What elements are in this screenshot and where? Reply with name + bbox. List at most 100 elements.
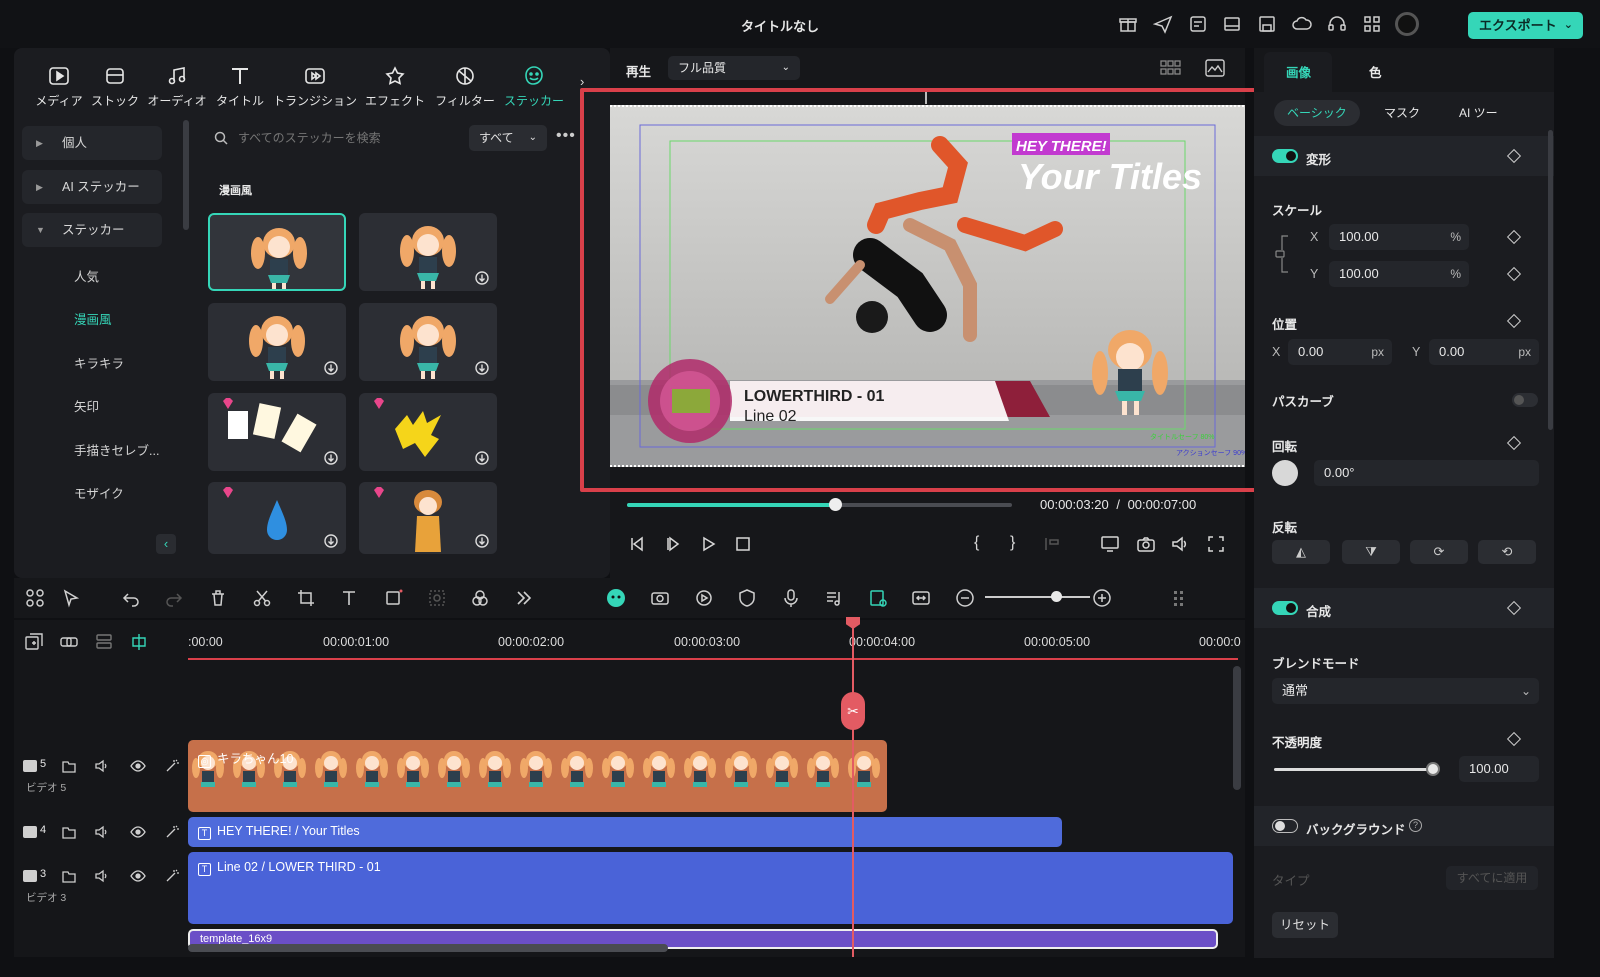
properties-scrollbar[interactable] [1548, 130, 1553, 430]
more-tools-icon[interactable] [514, 588, 534, 608]
blend-mode-select[interactable]: 通常 ⌄ [1272, 678, 1539, 704]
mark-out-icon[interactable]: } [1010, 534, 1030, 554]
tab-color[interactable]: 色 [1369, 62, 1382, 81]
tab-filter[interactable]: フィルター [432, 66, 498, 109]
folder-icon[interactable] [61, 824, 77, 840]
playhead[interactable] [852, 620, 854, 957]
sticker-tile[interactable] [208, 213, 346, 291]
color-match-icon[interactable] [470, 588, 490, 608]
help-icon[interactable]: ? [1409, 819, 1422, 832]
subcategory-mosaic[interactable]: モザイク [74, 483, 124, 502]
scale-y-field[interactable]: 100.00% [1329, 261, 1469, 287]
text-tool-icon[interactable] [340, 588, 360, 608]
sticker-tile[interactable] [208, 303, 346, 381]
stop-icon[interactable] [733, 534, 753, 554]
keyframe-diamond-icon[interactable] [1506, 229, 1522, 245]
subtab-mask[interactable]: マスク [1371, 100, 1433, 126]
step-forward-icon[interactable] [663, 534, 683, 554]
tab-sticker[interactable]: ステッカー [502, 66, 566, 109]
sticker-tile[interactable] [359, 213, 497, 291]
zoom-slider-track[interactable] [985, 596, 1090, 598]
opacity-slider-knob[interactable] [1426, 762, 1440, 776]
gift-icon[interactable] [1118, 14, 1138, 34]
sticker-clip[interactable]: ◎ キラちゃん10 [188, 740, 887, 812]
image-snapshot-icon[interactable] [1205, 59, 1225, 77]
lock-ratio-icon[interactable] [1274, 230, 1294, 278]
title-clip[interactable]: T HEY THERE! / Your Titles [188, 817, 1062, 847]
audio-list-icon[interactable] [824, 588, 844, 608]
smart-cam-icon[interactable] [650, 588, 670, 608]
camera-icon[interactable] [1136, 534, 1156, 554]
mask-tool-icon[interactable] [427, 588, 447, 608]
keyframe-diamond-icon[interactable] [1506, 148, 1522, 164]
fullscreen-icon[interactable] [1206, 534, 1226, 554]
magic-wand-icon[interactable] [164, 758, 180, 774]
save-icon[interactable] [1257, 14, 1277, 34]
sticker-tile[interactable] [359, 482, 497, 554]
step-back-icon[interactable] [627, 534, 647, 554]
scrubber-knob[interactable] [828, 498, 842, 511]
reset-button[interactable]: リセット [1272, 912, 1338, 938]
position-x-field[interactable]: 0.00 px [1288, 339, 1392, 365]
grid-view-icon[interactable] [1160, 60, 1182, 76]
tab-transition[interactable]: トランジション [272, 66, 358, 109]
opacity-slider-track[interactable] [1274, 768, 1434, 771]
category-personal[interactable]: ▶ 個人 [22, 126, 162, 160]
insert-icon[interactable] [1042, 534, 1062, 554]
speaker-icon[interactable] [94, 868, 110, 884]
subcategory-arrow[interactable]: 矢印 [74, 396, 99, 415]
flip-horizontal-button[interactable]: ◭ [1272, 540, 1330, 564]
tab-effect[interactable]: エフェクト [364, 66, 426, 109]
path-curve-toggle[interactable] [1512, 393, 1538, 407]
subcategory-handdrawn[interactable]: 手描きセレブ... [74, 440, 159, 459]
scale-x-field[interactable]: 100.00% [1329, 224, 1469, 250]
undo-icon[interactable] [121, 588, 141, 608]
magic-wand-icon[interactable] [164, 824, 180, 840]
shape-icon[interactable] [384, 588, 404, 608]
opacity-field[interactable]: 100.00 [1459, 756, 1539, 782]
speaker-icon[interactable] [94, 758, 110, 774]
download-icon[interactable] [324, 361, 338, 375]
sticker-tile[interactable] [208, 393, 346, 471]
folder-icon[interactable] [61, 868, 77, 884]
zoom-out-icon[interactable] [955, 588, 975, 608]
avatar[interactable] [1395, 12, 1419, 36]
subcategory-popular[interactable]: 人気 [74, 266, 99, 285]
collapse-sidebar-button[interactable]: ‹ [156, 534, 176, 554]
delete-icon[interactable] [208, 588, 228, 608]
playback-scrubber[interactable] [627, 498, 1012, 511]
category-ai-sticker[interactable]: ▶ AI ステッカー [22, 170, 162, 204]
keyframe-diamond-icon[interactable] [1506, 731, 1522, 747]
download-icon[interactable] [475, 271, 489, 285]
keyframe-diamond-icon[interactable] [1506, 600, 1522, 616]
split-button[interactable]: ✂ [841, 692, 865, 730]
rotate-cw-button[interactable]: ⟳ [1410, 540, 1468, 564]
crop-icon[interactable] [296, 588, 316, 608]
download-icon[interactable] [475, 361, 489, 375]
eye-icon[interactable] [130, 868, 146, 884]
transform-toggle[interactable] [1272, 149, 1298, 163]
zoom-in-icon[interactable] [1092, 588, 1112, 608]
tab-image[interactable]: 画像 [1286, 62, 1311, 81]
keyframe-diamond-icon[interactable] [1506, 435, 1522, 451]
rotation-dial[interactable] [1272, 460, 1298, 486]
layout-grid-icon[interactable] [25, 588, 45, 608]
time-ruler[interactable]: :00:00 00:00:01:00 00:00:02:00 00:00:03:… [188, 630, 1241, 660]
download-icon[interactable] [475, 534, 489, 548]
layout-icon[interactable] [1222, 14, 1242, 34]
fit-icon[interactable] [911, 588, 931, 608]
track-manager-icon[interactable] [94, 632, 114, 652]
template-icon[interactable] [1188, 14, 1208, 34]
download-icon[interactable] [324, 451, 338, 465]
speaker-icon[interactable] [94, 824, 110, 840]
timeline-vertical-scrollbar[interactable] [1233, 666, 1241, 790]
quality-select[interactable]: フル品質 ⌄ [668, 56, 800, 80]
rotation-field[interactable]: 0.00° [1314, 460, 1539, 486]
sticker-tile[interactable] [359, 393, 497, 471]
microphone-icon[interactable] [781, 588, 801, 608]
ai-mascot-icon[interactable] [606, 588, 626, 608]
scissors-icon[interactable] [252, 588, 272, 608]
tab-title[interactable]: タイトル [214, 66, 266, 109]
keyframe-diamond-icon[interactable] [1506, 266, 1522, 282]
grid-apps-icon[interactable] [1362, 14, 1382, 34]
